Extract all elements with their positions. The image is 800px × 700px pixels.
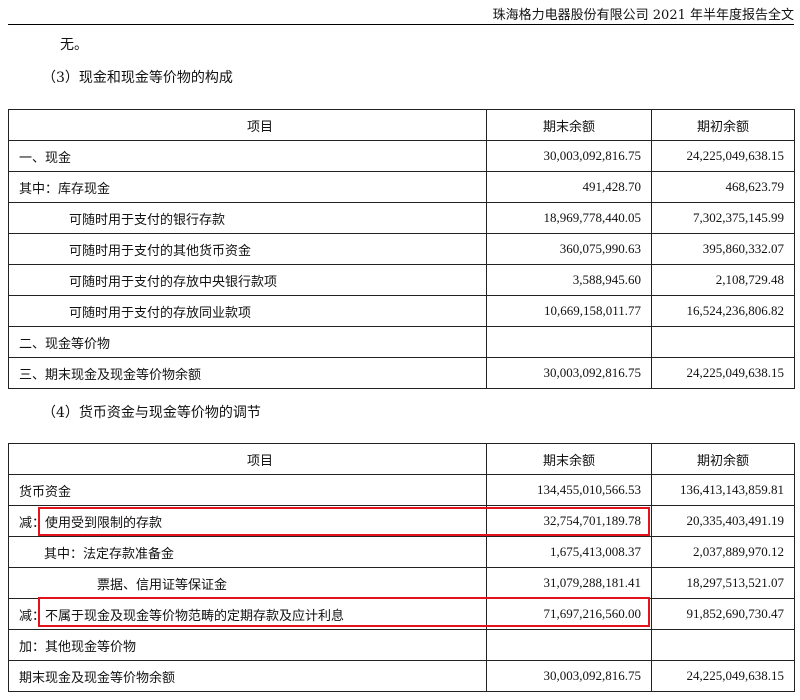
row-label: 三、期末现金及现金等价物余额 [8, 357, 487, 389]
end-balance-cell [486, 629, 652, 661]
row-label: 票据、信用证等保证金 [8, 567, 487, 599]
end-balance-cell: 18,969,778,440.05 [486, 202, 652, 234]
column-header-item: 项目 [8, 443, 487, 475]
table-row: 三、期末现金及现金等价物余额 30,003,092,816.75 24,225,… [8, 357, 795, 389]
end-balance-cell: 10,669,158,011.77 [486, 295, 652, 327]
table-row: 可随时用于支付的存放同业款项 10,669,158,011.77 16,524,… [8, 295, 795, 327]
row-label: 可随时用于支付的银行存款 [8, 202, 487, 234]
begin-balance-cell: 91,852,690,730.47 [651, 598, 795, 630]
begin-balance-cell: 7,302,375,145.99 [651, 202, 795, 234]
begin-balance-cell: 468,623.79 [651, 171, 795, 203]
table-row: 其中：法定存款准备金 1,675,413,008.37 2,037,889,97… [8, 536, 795, 568]
end-balance-cell: 360,075,990.63 [486, 233, 652, 265]
row-label: 期末现金及现金等价物余额 [8, 660, 487, 692]
end-balance-cell: 134,455,010,566.53 [486, 474, 652, 506]
table-row: 其中：库存现金 491,428.70 468,623.79 [8, 171, 795, 203]
table-row: 可随时用于支付的存放中央银行款项 3,588,945.60 2,108,729.… [8, 264, 795, 296]
begin-balance-cell: 395,860,332.07 [651, 233, 795, 265]
table-row: 货币资金 134,455,010,566.53 136,413,143,859.… [8, 474, 795, 506]
section4-heading: （4）货币资金与现金等价物的调节 [42, 405, 261, 421]
row-label: 二、现金等价物 [8, 326, 487, 358]
table-row: 一、现金 30,003,092,816.75 24,225,049,638.15 [8, 140, 795, 172]
row-label: 可随时用于支付的存放中央银行款项 [8, 264, 487, 296]
row-label: 一、现金 [8, 140, 487, 172]
begin-balance-cell: 18,297,513,521.07 [651, 567, 795, 599]
begin-balance-cell: 2,037,889,970.12 [651, 536, 795, 568]
column-header-end-balance: 期末余额 [486, 109, 652, 141]
table-row: 期末现金及现金等价物余额 30,003,092,816.75 24,225,04… [8, 660, 795, 692]
end-balance-cell: 31,079,288,181.41 [486, 567, 652, 599]
table-header-row: 项目 期末余额 期初余额 [8, 109, 795, 141]
cash-composition-table: 项目 期末余额 期初余额 一、现金 30,003,092,816.75 24,2… [8, 109, 795, 389]
end-balance-cell: 30,003,092,816.75 [486, 140, 652, 172]
table-header-row: 项目 期末余额 期初余额 [8, 443, 795, 475]
begin-balance-cell: 2,108,729.48 [651, 264, 795, 296]
row-label: 可随时用于支付的存放同业款项 [8, 295, 487, 327]
begin-balance-cell: 136,413,143,859.81 [651, 474, 795, 506]
table-row: 可随时用于支付的银行存款 18,969,778,440.05 7,302,375… [8, 202, 795, 234]
begin-balance-cell: 24,225,049,638.15 [651, 660, 795, 692]
end-balance-cell [486, 326, 652, 358]
row-label: 其中：法定存款准备金 [8, 536, 487, 568]
row-label: 其中：库存现金 [8, 171, 487, 203]
begin-balance-cell: 24,225,049,638.15 [651, 140, 795, 172]
begin-balance-cell: 20,335,403,491.19 [651, 505, 795, 537]
cash-reconciliation-table: 项目 期末余额 期初余额 货币资金 134,455,010,566.53 136… [8, 443, 795, 692]
begin-balance-cell [651, 326, 795, 358]
row-label: 加：其他现金等价物 [8, 629, 487, 661]
column-header-item: 项目 [8, 109, 487, 141]
table-row: 加：其他现金等价物 [8, 629, 795, 661]
section3-heading: （3）现金和现金等价物的构成 [42, 70, 233, 86]
end-balance-cell: 1,675,413,008.37 [486, 536, 652, 568]
column-header-begin-balance: 期初余额 [651, 443, 795, 475]
end-balance-cell: 30,003,092,816.75 [486, 357, 652, 389]
report-header: 珠海格力电器股份有限公司 2021 年半年度报告全文 [8, 0, 794, 25]
highlight-box-time-deposits [38, 597, 650, 627]
end-balance-cell: 3,588,945.60 [486, 264, 652, 296]
table-row: 票据、信用证等保证金 31,079,288,181.41 18,297,513,… [8, 567, 795, 599]
begin-balance-cell [651, 629, 795, 661]
intro-text: 无。 [60, 37, 88, 53]
begin-balance-cell: 24,225,049,638.15 [651, 357, 795, 389]
column-header-begin-balance: 期初余额 [651, 109, 795, 141]
table-row: 二、现金等价物 [8, 326, 795, 358]
report-title: 珠海格力电器股份有限公司 2021 年半年度报告全文 [492, 8, 794, 23]
end-balance-cell: 30,003,092,816.75 [486, 660, 652, 692]
row-label: 货币资金 [8, 474, 487, 506]
highlight-box-restricted-deposits [38, 507, 650, 536]
row-label: 可随时用于支付的其他货币资金 [8, 233, 487, 265]
table-row: 可随时用于支付的其他货币资金 360,075,990.63 395,860,33… [8, 233, 795, 265]
begin-balance-cell: 16,524,236,806.82 [651, 295, 795, 327]
end-balance-cell: 491,428.70 [486, 171, 652, 203]
column-header-end-balance: 期末余额 [486, 443, 652, 475]
